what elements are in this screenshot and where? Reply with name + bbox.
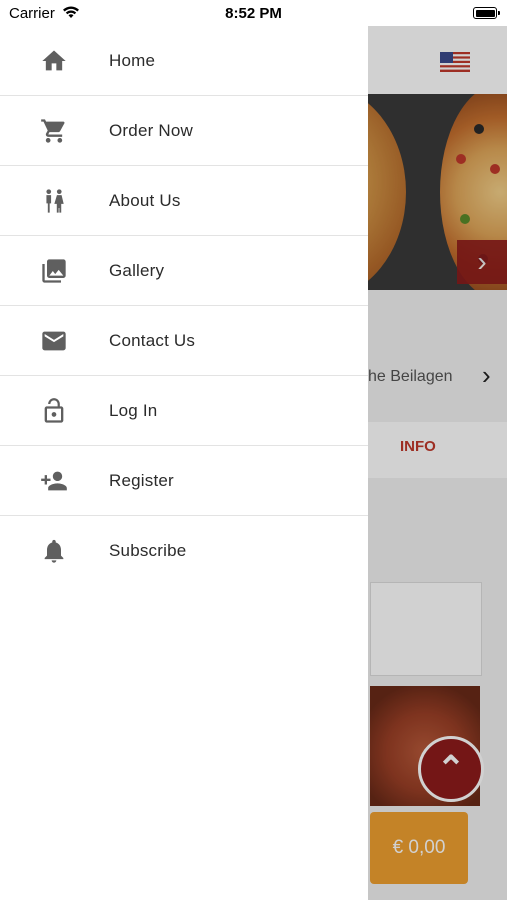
battery-icon: [473, 7, 500, 19]
menu-item-label: Register: [109, 470, 174, 490]
menu-item-gallery[interactable]: Gallery: [0, 236, 368, 306]
menu-item-log-in[interactable]: Log In: [0, 376, 368, 446]
menu-item-label: About Us: [109, 190, 181, 210]
menu-item-label: Gallery: [109, 260, 165, 280]
mail-icon: [40, 327, 68, 355]
menu-item-label: Contact Us: [109, 330, 196, 350]
menu-item-label: Log In: [109, 400, 158, 420]
bell-icon: [40, 537, 68, 565]
menu-item-register[interactable]: Register: [0, 446, 368, 516]
add-user-icon: [40, 467, 68, 495]
people-icon: [40, 187, 68, 215]
menu-item-subscribe[interactable]: Subscribe: [0, 516, 368, 585]
clock: 8:52 PM: [225, 5, 282, 22]
navigation-drawer: Home Order Now About Us Gallery Contact …: [0, 26, 368, 900]
menu-item-about-us[interactable]: About Us: [0, 166, 368, 236]
cart-icon: [40, 117, 68, 145]
menu-item-order-now[interactable]: Order Now: [0, 96, 368, 166]
menu-item-label: Order Now: [109, 120, 193, 140]
gallery-icon: [40, 257, 68, 285]
status-bar: Carrier 8:52 PM: [0, 0, 507, 26]
menu-item-label: Home: [109, 50, 156, 70]
menu-item-home[interactable]: Home: [0, 26, 368, 96]
menu-item-label: Subscribe: [109, 540, 187, 560]
lock-icon: [40, 397, 68, 425]
home-icon: [40, 47, 68, 75]
menu-item-contact-us[interactable]: Contact Us: [0, 306, 368, 376]
